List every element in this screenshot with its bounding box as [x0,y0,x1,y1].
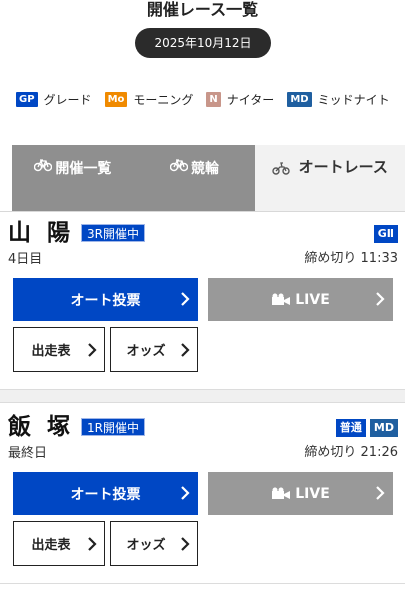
venue-card: 飯塚 1R開催中 最終日 普通 MD 締め切り 21:26 オート投票 LIVE… [0,413,405,578]
bottom-divider [0,583,405,584]
tab-label: 競輪 [191,161,219,177]
day-label: 4日目 [8,252,43,267]
legend-item-midnight: MD ミッドナイト [287,91,390,108]
venue-card: 山陽 3R開催中 4日目 GⅡ 締め切り 11:33 オート投票 LIVE 出走… [0,219,405,379]
chevron-right-icon [181,292,190,306]
chevron-right-icon [88,537,97,551]
legend-item-grade: GP グレード [16,91,92,108]
deadline-time: 締め切り 21:26 [304,445,398,460]
tab-label: オートレース [298,158,388,176]
legend-badge: MD [287,92,312,107]
button-label: LIVE [295,291,330,308]
venue-name: 山陽 [8,220,86,246]
video-camera-icon [272,293,291,305]
auto-vote-button[interactable]: オート投票 [13,472,198,515]
chevron-right-icon [181,343,190,357]
odds-button[interactable]: オッズ [110,521,198,566]
grade-badges: 普通 MD [332,419,398,437]
odds-button[interactable]: オッズ [110,327,198,372]
legend-item-nighter: N ナイター [206,91,274,108]
legend-label: ミッドナイト [317,93,390,107]
legend-badge: N [206,92,221,107]
tab-all-events[interactable]: 開催一覧 [12,145,134,211]
button-label: LIVE [295,485,330,502]
chevron-right-icon [181,486,190,500]
chevron-right-icon [376,486,385,500]
page-title: 開催レース一覧 [146,0,259,19]
video-camera-icon [272,487,291,499]
legend-badge: Mo [104,92,128,107]
date-pill: 2025年10月12日 [135,28,271,58]
grade-badge: MD [369,419,398,437]
legend-item-morning: Mo モーニング [104,91,194,108]
legend: GP グレード Mo モーニング N ナイター MD ミッドナイト [16,91,403,108]
entries-button[interactable]: 出走表 [13,327,105,372]
grade-badges: GⅡ [370,225,398,243]
auto-vote-button[interactable]: オート投票 [13,278,198,321]
live-button[interactable]: LIVE [208,472,393,515]
button-label: オッズ [126,344,166,359]
section-divider [0,389,405,403]
chevron-right-icon [181,537,190,551]
bicycle-icon [34,159,53,172]
button-label: 出走表 [31,344,71,359]
chevron-right-icon [376,292,385,306]
grade-badge: 普通 [335,419,366,437]
entries-button[interactable]: 出走表 [13,521,105,566]
grade-badge: GⅡ [373,225,398,243]
tab-keirin[interactable]: 競輪 [133,145,256,211]
legend-label: グレード [43,93,92,107]
venue-name: 飯塚 [8,414,86,440]
status-badge: 1R開催中 [81,418,145,436]
race-type-tabs: 開催一覧 競輪 オートレース [12,145,405,211]
tab-underline [0,211,405,212]
legend-badge: GP [16,92,38,107]
tab-label: 開催一覧 [55,161,112,177]
chevron-right-icon [88,343,97,357]
button-label: 出走表 [31,538,71,553]
deadline-time: 締め切り 11:33 [304,251,398,266]
tab-autorace[interactable]: オートレース [255,145,405,211]
button-label: オッズ [126,538,166,553]
button-label: オート投票 [70,292,141,309]
bicycle-icon [170,159,188,172]
live-button[interactable]: LIVE [208,278,393,321]
legend-label: ナイター [226,93,275,107]
day-label: 最終日 [8,446,48,461]
legend-label: モーニング [133,93,194,107]
motorcycle-icon [272,161,291,175]
button-label: オート投票 [70,486,141,503]
status-badge: 3R開催中 [81,224,145,242]
